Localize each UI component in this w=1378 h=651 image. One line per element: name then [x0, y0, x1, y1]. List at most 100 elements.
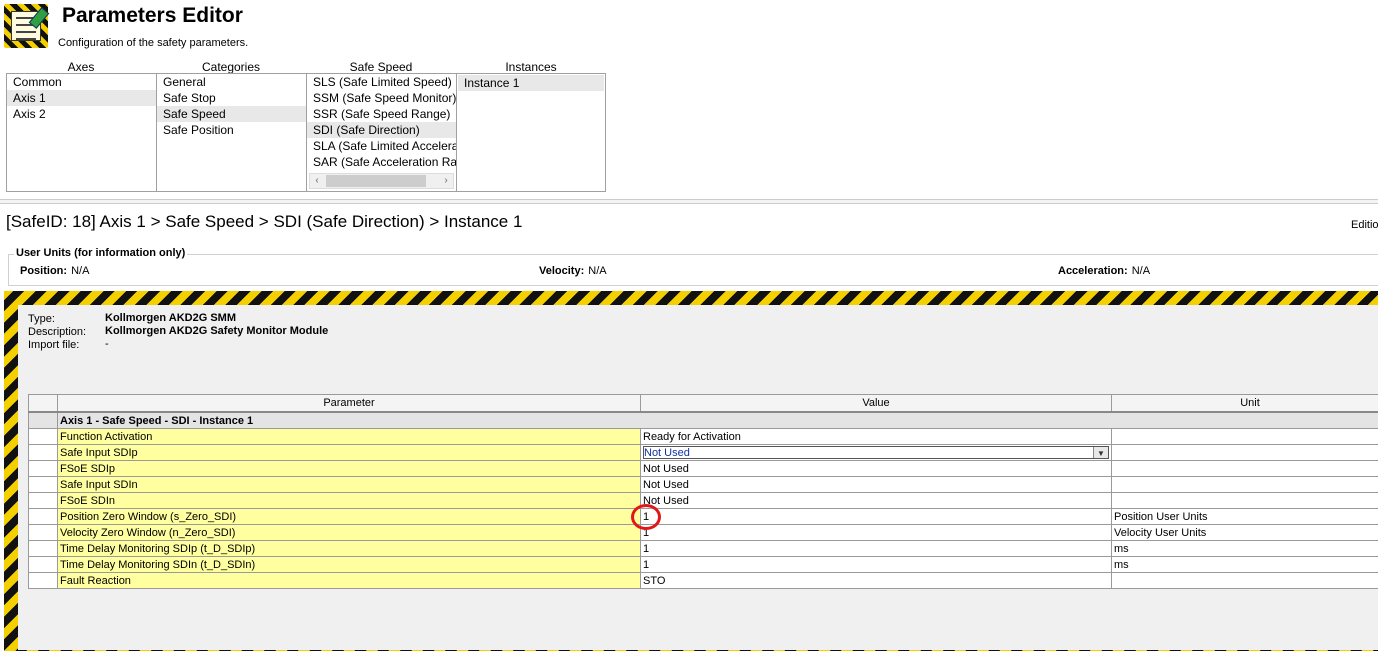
table-row[interactable]: Time Delay Monitoring SDIp (t_D_SDIp) 1 … [29, 541, 1378, 557]
value-cell[interactable]: Not Used [641, 477, 1112, 493]
list-item[interactable]: SLS (Safe Limited Speed) [307, 74, 456, 90]
axes-header: Axes [6, 60, 156, 74]
unit-cell [1112, 573, 1378, 589]
row-selector[interactable] [29, 557, 58, 573]
list-item[interactable]: SLA (Safe Limited Acceleration) [307, 138, 456, 154]
row-selector[interactable] [29, 525, 58, 541]
value-cell[interactable]: 1 [641, 557, 1112, 573]
list-item[interactable]: SSM (Safe Speed Monitor) [307, 90, 456, 106]
unit-cell [1112, 461, 1378, 477]
value-cell[interactable]: STO [641, 573, 1112, 589]
unit-column-header[interactable]: Unit [1112, 395, 1378, 413]
value-dropdown[interactable]: Not Used▼ [643, 446, 1109, 459]
table-row[interactable]: Time Delay Monitoring SDIn (t_D_SDIn) 1 … [29, 557, 1378, 573]
axes-list[interactable]: Common Axis 1 Axis 2 [6, 73, 157, 192]
parameter-cell: Fault Reaction [58, 573, 641, 589]
row-selector[interactable] [29, 445, 58, 461]
parameter-cell: Safe Input SDIn [58, 477, 641, 493]
table-row[interactable]: Velocity Zero Window (n_Zero_SDI) 1 Velo… [29, 525, 1378, 541]
parameter-cell: Velocity Zero Window (n_Zero_SDI) [58, 525, 641, 541]
parameter-cell: Time Delay Monitoring SDIn (t_D_SDIn) [58, 557, 641, 573]
value-cell[interactable]: 1 [641, 541, 1112, 557]
value-cell[interactable]: Not Used [641, 493, 1112, 509]
highlight-circle [631, 504, 661, 530]
parameter-cell: FSoE SDIp [58, 461, 641, 477]
chevron-left-icon[interactable]: ‹ [310, 174, 324, 188]
unit-cell [1112, 477, 1378, 493]
group-row: Axis 1 - Safe Speed - SDI - Instance 1 [58, 412, 1378, 429]
description-value: Kollmorgen AKD2G Safety Monitor Module [105, 325, 328, 337]
list-item[interactable]: SSR (Safe Speed Range) [307, 106, 456, 122]
list-item[interactable]: Safe Stop [157, 90, 306, 106]
parameter-column-header[interactable]: Parameter [58, 395, 641, 413]
import-file-label: Import file: [28, 339, 79, 351]
list-item[interactable]: SDI (Safe Direction) [307, 122, 456, 138]
row-selector[interactable] [29, 573, 58, 589]
edition-label: Editio [1351, 219, 1378, 231]
table-row[interactable]: Position Zero Window (s_Zero_SDI) 1 Posi… [29, 509, 1378, 525]
value-cell[interactable]: Ready for Activation [641, 429, 1112, 445]
velocity-units: Velocity:N/A [539, 265, 607, 277]
categories-list[interactable]: General Safe Stop Safe Speed Safe Positi… [156, 73, 307, 192]
safe-speed-list[interactable]: SLS (Safe Limited Speed) SSM (Safe Speed… [306, 73, 457, 192]
unit-cell: ms [1112, 541, 1378, 557]
table-row[interactable]: Safe Input SDIp Not Used▼ [29, 445, 1378, 461]
user-units-legend: User Units (for information only) [14, 247, 187, 259]
instances-list[interactable]: Instance 1 [456, 73, 606, 192]
unit-cell: Velocity User Units [1112, 525, 1378, 541]
parameter-cell: Safe Input SDIp [58, 445, 641, 461]
list-item[interactable]: Axis 2 [7, 106, 156, 122]
value-cell[interactable]: Not Used▼ [641, 445, 1112, 461]
parameter-cell: Position Zero Window (s_Zero_SDI) [58, 509, 641, 525]
type-value: Kollmorgen AKD2G SMM [105, 312, 236, 324]
unit-cell [1112, 493, 1378, 509]
list-item[interactable]: Instance 1 [458, 75, 604, 91]
type-label: Type: [28, 313, 55, 325]
acceleration-units: Acceleration:N/A [1058, 265, 1150, 277]
parameters-editor-icon [4, 4, 48, 48]
row-selector[interactable] [29, 541, 58, 557]
unit-cell [1112, 429, 1378, 445]
table-row[interactable]: Function Activation Ready for Activation [29, 429, 1378, 445]
list-item[interactable]: Safe Position [157, 122, 306, 138]
instances-header: Instances [456, 60, 606, 74]
row-selector[interactable] [29, 461, 58, 477]
unit-cell: Position User Units [1112, 509, 1378, 525]
horizontal-scrollbar[interactable]: ‹ › [309, 173, 454, 189]
list-item[interactable]: General [157, 74, 306, 90]
import-file-value: - [105, 338, 109, 350]
parameter-cell: Time Delay Monitoring SDIp (t_D_SDIp) [58, 541, 641, 557]
chevron-right-icon[interactable]: › [439, 174, 453, 188]
user-units-group [8, 254, 1378, 286]
list-item[interactable]: Common [7, 74, 156, 90]
parameters-grid: Parameter Value Unit Axis 1 - Safe Speed… [28, 394, 1378, 589]
list-item[interactable]: SAR (Safe Acceleration Range) [307, 154, 456, 170]
scrollbar-thumb[interactable] [326, 175, 426, 187]
row-selector[interactable] [29, 509, 58, 525]
parameter-cell: FSoE SDIn [58, 493, 641, 509]
parameter-cell: Function Activation [58, 429, 641, 445]
table-row[interactable]: Fault Reaction STO [29, 573, 1378, 589]
value-cell[interactable]: 1 [641, 525, 1112, 541]
position-units: Position:N/A [20, 265, 89, 277]
breadcrumb: [SafeID: 18] Axis 1 > Safe Speed > SDI (… [6, 212, 522, 232]
unit-cell [1112, 445, 1378, 461]
value-cell[interactable]: Not Used [641, 461, 1112, 477]
table-row[interactable]: FSoE SDIp Not Used [29, 461, 1378, 477]
value-column-header[interactable]: Value [641, 395, 1112, 413]
unit-cell: ms [1112, 557, 1378, 573]
row-selector[interactable] [29, 493, 58, 509]
page-title: Parameters Editor [62, 4, 243, 28]
chevron-down-icon[interactable]: ▼ [1093, 447, 1108, 458]
row-header-corner [29, 395, 58, 413]
table-row[interactable]: FSoE SDIn Not Used [29, 493, 1378, 509]
table-row[interactable]: Safe Input SDIn Not Used [29, 477, 1378, 493]
row-selector[interactable] [29, 429, 58, 445]
row-selector[interactable] [29, 477, 58, 493]
description-label: Description: [28, 326, 86, 338]
value-cell[interactable]: 1 [641, 509, 1112, 525]
list-item[interactable]: Safe Speed [157, 106, 306, 122]
list-item[interactable]: Axis 1 [7, 90, 156, 106]
splitter[interactable] [0, 199, 1378, 204]
page-subtitle: Configuration of the safety parameters. [58, 37, 248, 49]
